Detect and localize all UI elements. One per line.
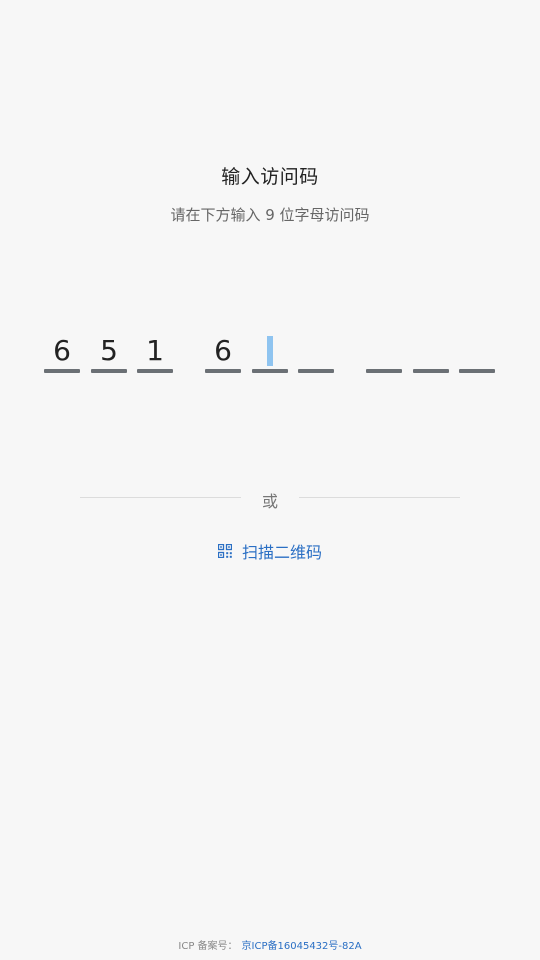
code-slot-3[interactable]: 1 bbox=[137, 330, 173, 376]
page-title: 输入访问码 bbox=[221, 166, 319, 188]
or-divider: 或 bbox=[80, 486, 460, 511]
slot-underline bbox=[298, 369, 334, 373]
code-slot-9[interactable] bbox=[459, 330, 495, 376]
access-code-input[interactable]: 6 5 1 6 bbox=[0, 330, 540, 378]
slot-underline bbox=[205, 369, 241, 373]
slot-underline bbox=[137, 369, 173, 373]
code-slot-6[interactable] bbox=[298, 330, 334, 376]
divider-line-right bbox=[299, 497, 460, 498]
text-cursor bbox=[267, 336, 273, 366]
code-slot-4[interactable]: 6 bbox=[205, 330, 241, 376]
slot-underline bbox=[366, 369, 402, 373]
slot-underline bbox=[252, 369, 288, 373]
scan-qr-label: 扫描二维码 bbox=[241, 543, 322, 562]
icp-label: ICP 备案号： bbox=[178, 941, 238, 952]
code-slot-5[interactable] bbox=[252, 330, 288, 376]
page-subtitle: 请在下方输入 9 位字母访问码 bbox=[170, 206, 370, 224]
code-digit: 5 bbox=[100, 334, 118, 367]
footer: ICP 备案号： 京ICP备16045432号-82A bbox=[0, 937, 540, 952]
code-slot-1[interactable]: 6 bbox=[44, 330, 80, 376]
slot-underline bbox=[413, 369, 449, 373]
divider-line-left bbox=[80, 497, 241, 498]
qr-code-icon bbox=[217, 544, 232, 558]
code-digit: 6 bbox=[53, 334, 71, 367]
code-digit: 6 bbox=[214, 334, 232, 367]
code-slot-8[interactable] bbox=[413, 330, 449, 376]
slot-underline bbox=[459, 369, 495, 373]
icp-link[interactable]: 京ICP备16045432号-82A bbox=[242, 941, 362, 952]
code-digit: 1 bbox=[146, 334, 164, 367]
slot-underline bbox=[91, 369, 127, 373]
or-label: 或 bbox=[261, 492, 278, 511]
slot-underline bbox=[44, 369, 80, 373]
code-slot-7[interactable] bbox=[366, 330, 402, 376]
scan-qr-button[interactable]: 扫描二维码 bbox=[0, 538, 540, 564]
code-slot-2[interactable]: 5 bbox=[91, 330, 127, 376]
